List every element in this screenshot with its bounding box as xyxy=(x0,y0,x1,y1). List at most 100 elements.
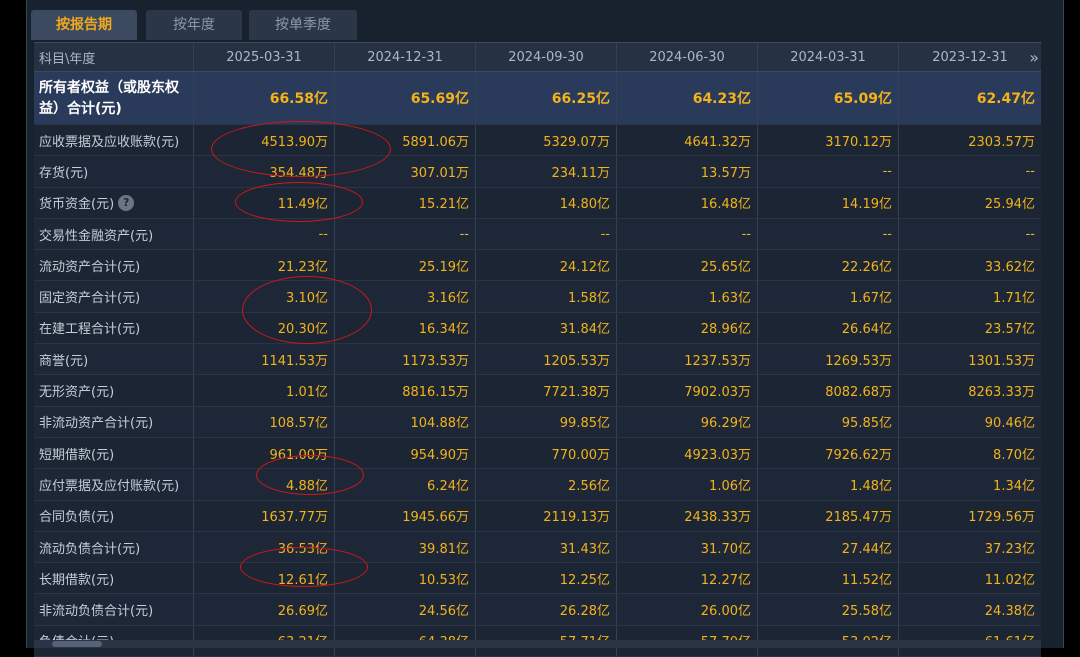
table-cell: 24.12亿 xyxy=(476,250,617,281)
table-cell: 95.85亿 xyxy=(758,406,899,437)
table-row: 在建工程合计(元) 20.30亿 16.34亿 31.84亿 28.96亿 26.64亿 2… xyxy=(34,312,1041,345)
row-label-text: 存货(元) xyxy=(39,165,89,181)
table-cell: -- xyxy=(617,218,758,250)
table-cell: 1205.53万 xyxy=(476,344,617,375)
table-cell: 10.53亿 xyxy=(335,563,476,594)
row-label: 交易性金融资产(元) xyxy=(34,218,194,250)
table-cell: 2438.33万 xyxy=(617,500,758,531)
table-row: 交易性金融资产(元) -- -- -- -- -- -- xyxy=(34,218,1041,251)
tab-single-quarter[interactable]: 按单季度 xyxy=(249,10,357,40)
table-cell: 4.88亿 xyxy=(194,469,335,500)
table-cell: 1237.53万 xyxy=(617,344,758,375)
table-cell: 22.26亿 xyxy=(758,250,899,281)
table-cell: 4923.03万 xyxy=(617,437,758,469)
row-label: 应收票据及应收账款(元) xyxy=(34,125,194,156)
table-cell: 11.02亿 xyxy=(984,572,1035,588)
table-cell: 16.48亿 xyxy=(617,187,758,218)
help-icon[interactable]: ? xyxy=(118,194,135,211)
row-label: 无形资产(元) xyxy=(34,375,194,406)
table-cell: 3170.12万 xyxy=(758,125,899,156)
table-cell: 25.94亿 xyxy=(984,197,1035,213)
row-label-text: 货币资金(元) xyxy=(39,197,115,213)
row-label: 短期借款(元) xyxy=(34,437,194,469)
table-cell: 1.06亿 xyxy=(617,469,758,500)
column-header[interactable]: 2024-03-31 xyxy=(758,43,899,71)
table-cell: -- xyxy=(335,218,476,250)
scrollbar-thumb[interactable] xyxy=(52,641,102,647)
table-row: 应付票据及应付账款(元) 4.88亿 6.24亿 2.56亿 1.06亿 1.48亿 1.3… xyxy=(34,469,1041,501)
table-header-row: 科目\年度 2025-03-31 2024-12-31 2024-09-30 2… xyxy=(34,43,1041,72)
table-cell: 90.46亿 xyxy=(984,416,1035,432)
row-label: 所有者权益（或股东权益）合计(元) xyxy=(34,72,194,124)
column-header[interactable]: 2025-03-31 xyxy=(194,43,335,71)
table-row: 无形资产(元) 1.01亿 8816.15万 7721.38万 7902.03万 8082… xyxy=(34,375,1041,407)
table-cell: 8816.15万 xyxy=(335,375,476,406)
row-label: 非流动资产合计(元) xyxy=(34,406,194,437)
table-cell: 14.80亿 xyxy=(476,187,617,218)
row-label: 流动资产合计(元) xyxy=(34,250,194,281)
table-cell: 12.27亿 xyxy=(617,563,758,594)
row-label: 固定资产合计(元) xyxy=(34,281,194,312)
row-label: 合同负债(元) xyxy=(34,500,194,531)
row-label: 商誉(元) xyxy=(34,344,194,375)
table-cell: 2185.47万 xyxy=(758,500,899,531)
table-cell: 21.23亿 xyxy=(194,250,335,281)
table-row: 长期借款(元) 12.61亿 10.53亿 12.25亿 12.27亿 11.52亿 11.… xyxy=(34,563,1041,595)
row-label-text: 短期借款(元) xyxy=(39,447,115,463)
table-cell: 1141.53万 xyxy=(194,344,335,375)
table-row: 流动资产合计(元) 21.23亿 25.19亿 24.12亿 25.65亿 22.26亿 3… xyxy=(34,250,1041,282)
table-cell: 20.30亿 xyxy=(194,312,335,344)
tab-annual[interactable]: 按年度 xyxy=(146,10,242,40)
column-header[interactable]: 2024-12-31 xyxy=(335,43,476,71)
row-label-text: 合同负债(元) xyxy=(39,510,115,526)
table-cell: 23.57亿 xyxy=(984,322,1035,338)
table-cell: 99.85亿 xyxy=(476,406,617,437)
table-cell: 7926.62万 xyxy=(758,437,899,469)
column-header-label: 2023-12-31 xyxy=(932,49,1008,65)
table-cell: 13.57万 xyxy=(617,156,758,187)
table-cell: 31.70亿 xyxy=(617,531,758,563)
column-header[interactable]: 2024-06-30 xyxy=(617,43,758,71)
table-body: 应收票据及应收账款(元) 4513.90万 5891.06万 5329.07万 4641… xyxy=(34,125,1041,657)
row-label: 存货(元) xyxy=(34,156,194,187)
table-cell: 4513.90万 xyxy=(194,125,335,156)
row-label: 非流动负债合计(元) xyxy=(34,594,194,625)
table-row: 存货(元) 354.48万 307.01万 234.11万 13.57万 -- -- xyxy=(34,156,1041,188)
table-cell: 2119.13万 xyxy=(476,500,617,531)
column-header[interactable]: 2023-12-31 » xyxy=(899,43,1041,71)
row-label: 货币资金(元)? xyxy=(34,187,194,218)
table-cell: 24.38亿 xyxy=(984,604,1035,620)
table-cell: 24.56亿 xyxy=(335,594,476,625)
table-cell: 5891.06万 xyxy=(335,125,476,156)
column-header[interactable]: 2024-09-30 xyxy=(476,43,617,71)
table-cell: 27.44亿 xyxy=(758,531,899,563)
row-label-text: 固定资产合计(元) xyxy=(39,291,141,307)
table-cell: 26.28亿 xyxy=(476,594,617,625)
table-cell: -- xyxy=(476,218,617,250)
table-cell: 96.29亿 xyxy=(617,406,758,437)
table-cell: 31.43亿 xyxy=(476,531,617,563)
table-cell: 39.81亿 xyxy=(335,531,476,563)
table-cell: 954.90万 xyxy=(335,437,476,469)
double-chevron-right-icon[interactable]: » xyxy=(1029,48,1039,67)
table-cell: 31.84亿 xyxy=(476,312,617,344)
table-cell: 25.65亿 xyxy=(617,250,758,281)
table-cell: 66.25亿 xyxy=(476,72,617,124)
equity-total-row: 所有者权益（或股东权益）合计(元) 66.58亿 65.69亿 66.25亿 6… xyxy=(34,72,1041,125)
row-label: 在建工程合计(元) xyxy=(34,312,194,344)
table-row: 非流动资产合计(元) 108.57亿 104.88亿 99.85亿 96.29亿 95.8… xyxy=(34,406,1041,438)
row-label: 长期借款(元) xyxy=(34,563,194,594)
tab-report-period[interactable]: 按报告期 xyxy=(31,10,137,40)
table-cell: 1.48亿 xyxy=(758,469,899,500)
table-cell: 26.69亿 xyxy=(194,594,335,625)
table-cell: 12.61亿 xyxy=(194,563,335,594)
table-cell: 1.01亿 xyxy=(194,375,335,406)
table-cell: 7902.03万 xyxy=(617,375,758,406)
balance-sheet-table: 科目\年度 2025-03-31 2024-12-31 2024-09-30 2… xyxy=(34,42,1041,657)
horizontal-scrollbar[interactable] xyxy=(34,640,1041,648)
table-cell: 2.56亿 xyxy=(476,469,617,500)
table-cell: 1.58亿 xyxy=(476,281,617,312)
table-cell: 37.23亿 xyxy=(984,541,1035,557)
table-row: 流动负债合计(元) 36.53亿 39.81亿 31.43亿 31.70亿 27.44亿 3… xyxy=(34,531,1041,564)
table-row: 商誉(元) 1141.53万 1173.53万 1205.53万 1237.53万 126… xyxy=(34,344,1041,376)
